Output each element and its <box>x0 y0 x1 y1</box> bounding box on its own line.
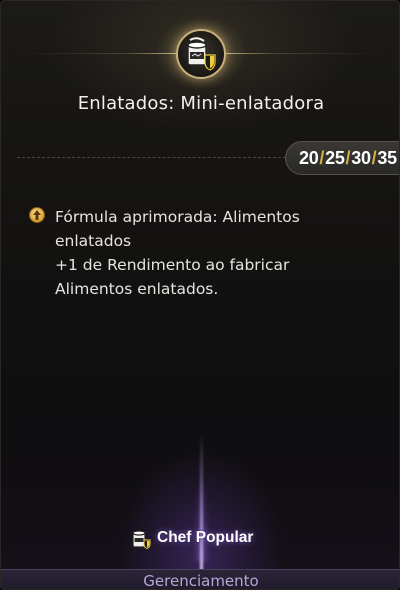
skill-effect: Fórmula aprimorada: Alimentos enlatados … <box>29 205 371 301</box>
category-label: Chef Popular <box>131 523 253 553</box>
level-value: 30 <box>351 147 371 168</box>
canned-food-shield-icon <box>176 29 226 79</box>
chef-can-icon <box>131 527 151 550</box>
effect-line: +1 de Rendimento ao fabricar <box>55 256 290 274</box>
effect-line: enlatados <box>55 232 132 250</box>
level-separator: / <box>371 147 377 168</box>
category-name: Chef Popular <box>157 529 254 546</box>
level-separator: / <box>345 147 351 168</box>
level-separator: / <box>319 147 325 168</box>
footer-tab-gerenciamento[interactable]: Gerenciamento <box>1 569 399 589</box>
skill-title: Enlatados: Mini-enlatadora <box>77 93 325 114</box>
effect-description: Fórmula aprimorada: Alimentos enlatados … <box>55 205 371 301</box>
level-value: 35 <box>377 147 397 168</box>
level-value: 20 <box>299 147 319 168</box>
upgrade-arrow-icon <box>29 207 45 223</box>
level-requirements-badge: 20/25/30/35 <box>285 141 399 175</box>
skill-tooltip-panel: Enlatados: Mini-enlatadora 20/25/30/35 F… <box>0 0 400 590</box>
effect-line: Alimentos enlatados. <box>55 280 219 298</box>
dashed-divider <box>17 157 291 158</box>
effect-line: Fórmula aprimorada: Alimentos <box>55 208 300 226</box>
level-value: 25 <box>325 147 345 168</box>
purple-light-beam <box>200 431 203 581</box>
